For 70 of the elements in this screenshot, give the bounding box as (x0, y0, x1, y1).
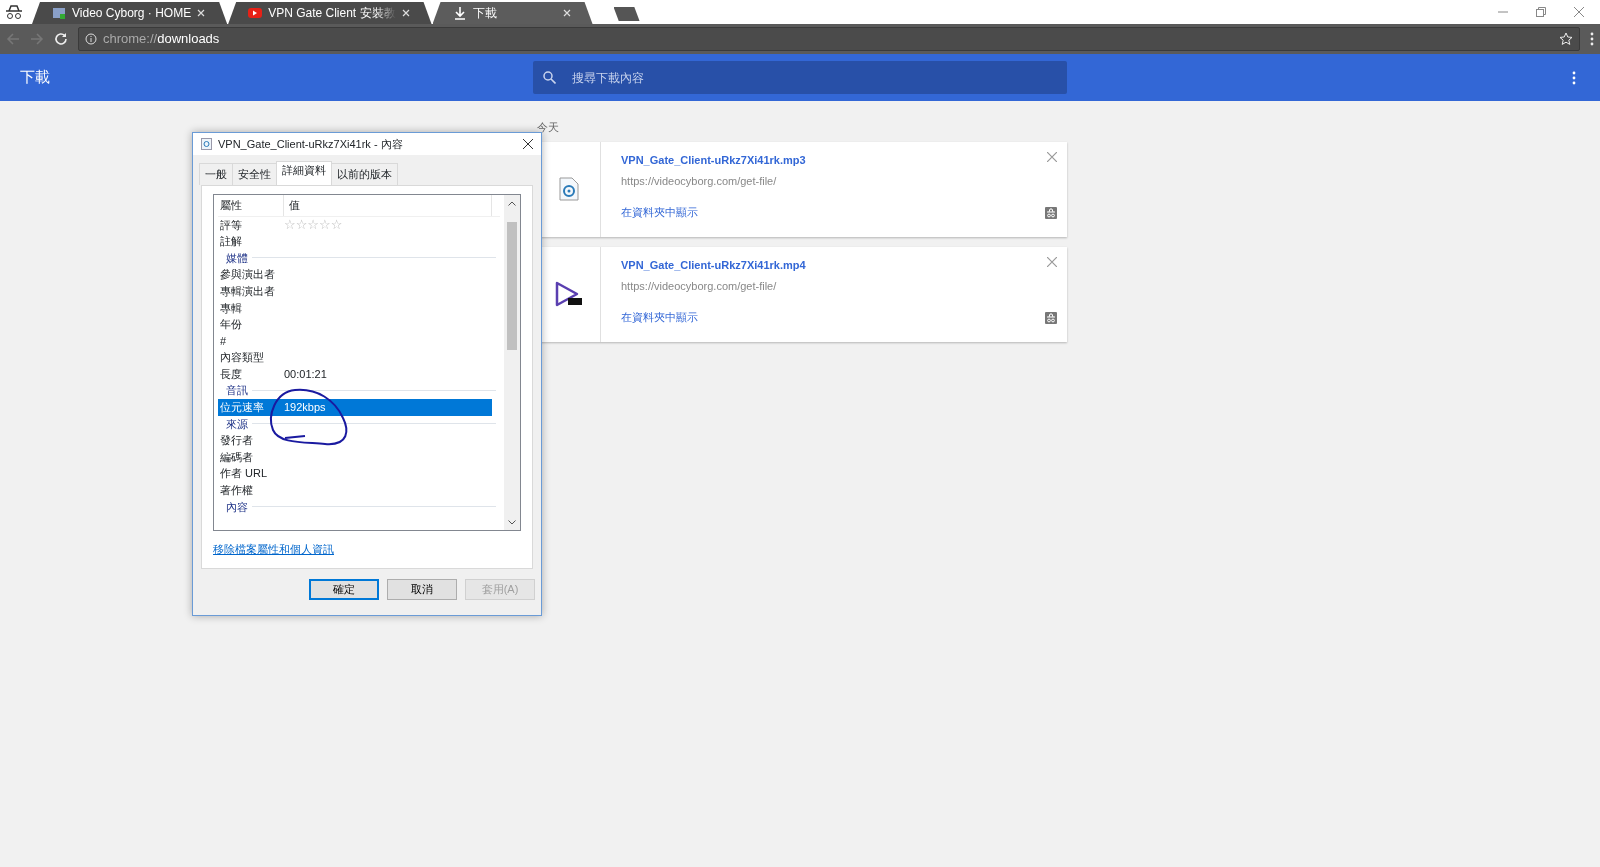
dialog-tab[interactable]: 一般 (199, 163, 233, 185)
close-icon (1047, 256, 1057, 267)
property-row[interactable]: 編碼者 (218, 448, 492, 466)
bookmark-star-icon (1559, 32, 1573, 46)
close-icon (1574, 7, 1584, 17)
browser-tab[interactable]: Video Cyborg · HOME (32, 2, 228, 24)
property-row[interactable]: 作者 URL (218, 465, 492, 482)
browser-tab[interactable]: VPN Gate Client 安裝教 (228, 2, 432, 24)
group-heading: 音訊 (226, 383, 248, 399)
property-row[interactable]: 位元速率 192kbps (218, 399, 492, 416)
download-icon (452, 6, 467, 20)
browser-tab[interactable]: 下載 (432, 2, 593, 24)
menu-icon (1572, 70, 1576, 85)
close-icon (1047, 151, 1057, 162)
source-url: https://videocyborg.com/get-file/ (621, 174, 778, 189)
address-text: chrome://downloads (103, 30, 220, 49)
search-box[interactable]: 搜尋下載內容 (533, 61, 1067, 94)
info-icon (85, 33, 97, 45)
close-icon (197, 9, 206, 17)
file-icon (201, 138, 212, 150)
chevron-up-icon (508, 200, 516, 206)
play-icon (248, 6, 263, 20)
audio-file-icon (558, 177, 579, 201)
property-row[interactable]: 發行者 (218, 432, 492, 449)
address-bar[interactable]: chrome://downloads (78, 27, 1580, 51)
restore-icon (1536, 7, 1546, 17)
dialog-button[interactable]: 取消 (387, 578, 457, 600)
close-icon (523, 139, 533, 149)
property-row[interactable]: 年份 (218, 316, 492, 333)
incognito-icon (1045, 311, 1057, 324)
property-row[interactable]: 內容類型 (218, 349, 492, 366)
chevron-down-icon (508, 519, 516, 525)
property-row[interactable]: 著作權 (218, 482, 492, 499)
dialog-button[interactable]: 確定 (309, 578, 379, 600)
close-icon (562, 9, 571, 17)
new-tab-button[interactable] (613, 7, 640, 21)
menu-icon (1590, 32, 1594, 46)
dialog-tab[interactable]: 詳細資料 (276, 161, 332, 185)
remove-properties-link[interactable]: 移除檔案屬性和個人資訊 (213, 540, 334, 557)
show-in-folder-link[interactable]: 在資料夾中顯示 (621, 309, 1047, 326)
group-heading: 媒體 (226, 250, 248, 266)
property-row[interactable]: 註解 (218, 233, 492, 250)
show-in-folder-link[interactable]: 在資料夾中顯示 (621, 204, 1047, 221)
scrollbar[interactable] (504, 194, 520, 530)
dialog-title: VPN_Gate_Client-uRkz7Xi41rk - 內容 (218, 136, 403, 152)
property-row[interactable]: 長度 00:01:21 (218, 365, 492, 383)
page-title: 下載 (20, 67, 51, 88)
play-icon (553, 280, 584, 308)
forward-icon (30, 32, 44, 46)
date-heading: 今天 (537, 120, 560, 135)
search-icon (543, 71, 556, 84)
page-icon (52, 6, 66, 20)
column-header: 值 (284, 194, 492, 216)
file-name-link[interactable]: VPN_Gate_Client-uRkz7Xi41rk.mp4 (621, 256, 1047, 273)
search-field[interactable]: 搜尋下載內容 (570, 67, 1057, 88)
property-row[interactable]: 專輯演出者 (218, 282, 492, 300)
file-name-link[interactable]: VPN_Gate_Client-uRkz7Xi41rk.mp3 (621, 151, 1047, 168)
property-row[interactable]: 參與演出者 (218, 266, 492, 283)
property-row[interactable]: # (218, 332, 492, 350)
scrollbar-thumb[interactable] (507, 221, 517, 350)
reload-icon (54, 32, 68, 46)
dialog-tab[interactable]: 以前的版本 (331, 163, 398, 185)
group-heading: 內容 (226, 499, 248, 515)
group-heading: 來源 (226, 416, 248, 432)
back-icon (6, 32, 20, 46)
property-row[interactable]: 專輯 (218, 299, 492, 317)
column-header: 屬性 (218, 194, 284, 216)
close-icon (401, 9, 410, 17)
source-url: https://videocyborg.com/get-file/ (621, 279, 778, 294)
incognito-icon (1045, 206, 1057, 219)
